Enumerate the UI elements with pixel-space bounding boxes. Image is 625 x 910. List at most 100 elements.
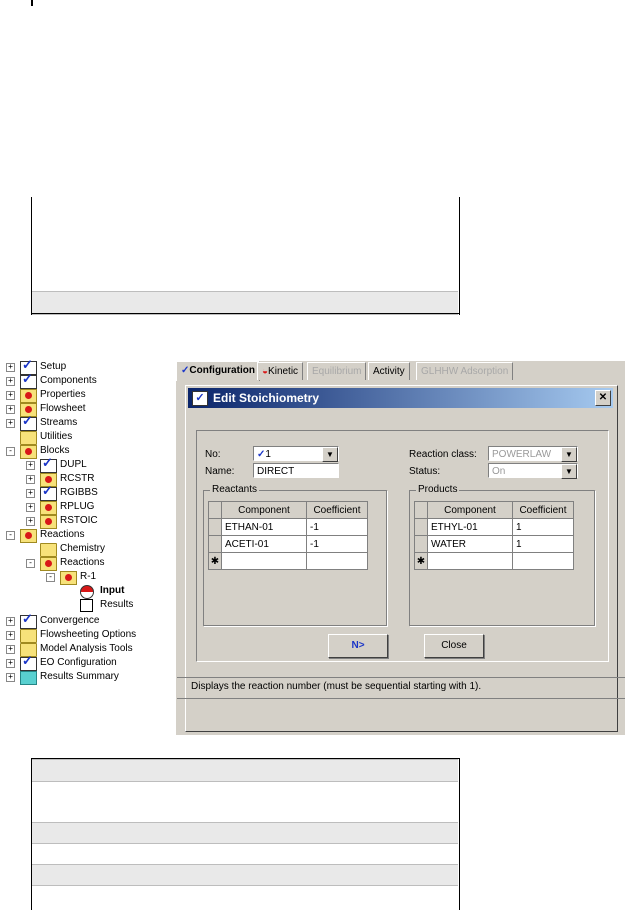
tab-glhhw-adsorption[interactable]: GLHHW Adsorption <box>416 362 514 380</box>
tree-item-rstoic[interactable]: + RSTOIC <box>6 514 174 529</box>
column-header-coefficient: Coefficient <box>306 501 368 519</box>
reaction-class-select[interactable]: POWERLAW ▼ <box>488 446 578 462</box>
new-row-icon: ✱ <box>208 552 222 570</box>
next-button[interactable]: N> <box>328 634 388 658</box>
tree-item-label: Flowsheeting Options <box>40 629 137 640</box>
red-folder-icon <box>20 529 37 543</box>
collapse-icon[interactable]: - <box>46 573 55 582</box>
tree-item-components[interactable]: + Components <box>6 372 174 389</box>
folder-icon <box>20 431 37 445</box>
collapse-icon[interactable]: - <box>6 447 15 456</box>
check-icon <box>20 612 37 629</box>
expand-icon[interactable]: + <box>6 631 15 640</box>
new-row[interactable]: ✱ <box>414 552 574 570</box>
coefficient-cell[interactable]: 1 <box>512 518 574 536</box>
coefficient-cell[interactable]: 1 <box>512 535 574 553</box>
red-folder-icon <box>60 571 77 585</box>
chevron-down-icon[interactable]: ▼ <box>322 447 338 462</box>
no-label: No: <box>205 449 221 460</box>
check-icon <box>20 414 37 431</box>
component-cell[interactable]: ACETI-01 <box>221 535 307 553</box>
component-cell[interactable]: ETHYL-01 <box>427 518 513 536</box>
expand-icon[interactable]: + <box>6 659 15 668</box>
reaction-name-field[interactable]: DIRECT <box>253 463 339 478</box>
expand-icon[interactable]: + <box>26 475 35 484</box>
expand-icon[interactable]: + <box>6 391 15 400</box>
table-row[interactable]: WATER 1 <box>414 535 574 553</box>
tree-item-reactions[interactable]: - Reactions <box>6 528 174 543</box>
reactants-group: Reactants Component Coefficient ETHAN-01… <box>203 484 387 626</box>
expand-icon[interactable]: + <box>26 461 35 470</box>
coefficient-cell[interactable] <box>306 552 368 570</box>
coefficient-cell[interactable] <box>512 552 574 570</box>
tree-item-rplug[interactable]: + RPLUG <box>6 500 174 515</box>
coefficient-cell[interactable]: -1 <box>306 535 368 553</box>
tab-equilibrium[interactable]: Equilibrium <box>307 362 367 380</box>
tab-kinetic[interactable]: ◒Kinetic <box>257 362 304 380</box>
products-group: Products Component Coefficient ETHYL-01 … <box>409 484 595 626</box>
tree-item-eo-configuration[interactable]: + EO Configuration <box>6 654 174 671</box>
tree-item-chemistry[interactable]: Chemistry <box>6 542 174 557</box>
red-folder-icon <box>40 515 57 529</box>
tree-item-flowsheeting-options[interactable]: + Flowsheeting Options <box>6 628 174 643</box>
collapse-icon[interactable]: - <box>26 559 35 568</box>
expand-icon[interactable]: + <box>6 673 15 682</box>
table-row[interactable]: ETHYL-01 1 <box>414 518 574 536</box>
expand-icon[interactable]: + <box>6 645 15 654</box>
expand-icon[interactable]: + <box>26 489 35 498</box>
products-title: Products <box>416 484 460 495</box>
tree-item-convergence[interactable]: + Convergence <box>6 612 174 629</box>
tree-item-results-summary[interactable]: + Results Summary <box>6 670 174 685</box>
tree-item-label: Reactions <box>60 557 105 568</box>
expand-icon[interactable]: + <box>6 363 15 372</box>
coefficient-cell[interactable]: -1 <box>306 518 368 536</box>
chevron-down-icon[interactable]: ▼ <box>561 464 577 479</box>
tree-item-label: R-1 <box>80 571 97 582</box>
tree-item-r-1[interactable]: - R-1 <box>6 570 174 585</box>
expand-icon[interactable]: + <box>6 617 15 626</box>
close-button[interactable]: Close <box>424 634 484 658</box>
tree-item-results[interactable]: Results <box>6 598 174 612</box>
table-row[interactable]: ACETI-01 -1 <box>208 535 368 553</box>
status-select[interactable]: On ▼ <box>488 463 578 479</box>
collapse-icon[interactable]: - <box>6 531 15 540</box>
dialog-titlebar[interactable]: ✓ Edit Stoichiometry ✕ <box>188 388 613 408</box>
expand-icon[interactable]: + <box>6 377 15 386</box>
tree-item-input[interactable]: Input <box>6 584 174 599</box>
top-table-bottom-rule <box>31 313 459 314</box>
tree-item-utilities[interactable]: Utilities <box>6 430 174 445</box>
row-header-corner <box>208 501 222 519</box>
column-header-component: Component <box>221 501 307 519</box>
check-icon <box>40 484 57 501</box>
check-icon <box>40 456 57 473</box>
folder-icon <box>20 629 37 643</box>
expand-icon[interactable]: + <box>6 419 15 428</box>
tree-item-blocks[interactable]: - Blocks <box>6 444 174 459</box>
expand-icon[interactable]: + <box>6 405 15 414</box>
chevron-down-icon[interactable]: ▼ <box>561 447 577 462</box>
reaction-number-select[interactable]: ✓1 ▼ <box>253 446 339 462</box>
component-cell[interactable] <box>427 552 513 570</box>
table-row[interactable]: ETHAN-01 -1 <box>208 518 368 536</box>
tree-item-reactions[interactable]: - Reactions <box>6 556 174 571</box>
tree-item-streams[interactable]: + Streams <box>6 414 174 431</box>
tree-item-label: Results <box>100 599 134 610</box>
component-cell[interactable]: ETHAN-01 <box>221 518 307 536</box>
top-table-grey-row <box>32 291 458 315</box>
tab-activity[interactable]: Activity <box>368 362 410 380</box>
close-icon[interactable]: ✕ <box>595 390 611 406</box>
tree-item-rcstr[interactable]: + RCSTR <box>6 472 174 487</box>
component-cell[interactable] <box>221 552 307 570</box>
new-row[interactable]: ✱ <box>208 552 368 570</box>
expand-icon[interactable]: + <box>26 503 35 512</box>
tree-item-rgibbs[interactable]: + RGIBBS <box>6 484 174 501</box>
expand-icon[interactable]: + <box>26 517 35 526</box>
bottom-table-grey-row-2 <box>32 822 458 844</box>
check-icon <box>20 372 37 389</box>
tab-configuration[interactable]: ✓Configuration <box>176 361 260 381</box>
component-cell[interactable]: WATER <box>427 535 513 553</box>
tree-item-label: RCSTR <box>60 473 95 484</box>
tree-item-label: RSTOIC <box>60 515 98 526</box>
tree-item-properties[interactable]: + Properties <box>6 388 174 403</box>
tree-item-dupl[interactable]: + DUPL <box>6 456 174 473</box>
